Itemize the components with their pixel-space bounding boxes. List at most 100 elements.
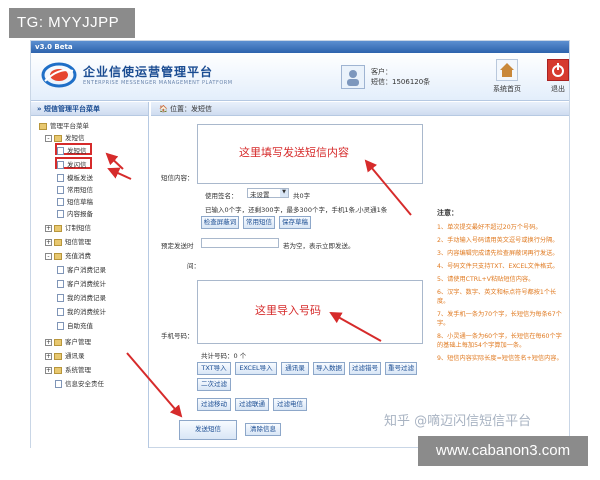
tree-root[interactable]: 管理平台菜单 — [39, 120, 89, 132]
page-icon — [57, 174, 64, 182]
notes-title: 注意： — [437, 209, 458, 217]
sidebar-item-template[interactable]: 模板发送 — [57, 172, 93, 184]
plus-icon: + — [45, 338, 52, 346]
import-data-button[interactable]: 导入数据 — [313, 362, 345, 375]
tree-group-customers[interactable]: + 客户管理 — [45, 336, 91, 348]
tree-group-contacts[interactable]: + 通讯录 — [45, 350, 85, 362]
sidebar-item-customer-stats[interactable]: 客户消费统计 — [57, 278, 106, 290]
page-icon — [57, 280, 64, 288]
filter-unicom-button[interactable]: 过滤联通 — [235, 398, 269, 411]
app-window: v3.0 Beta 企业信使运营管理平台 ENTERPRISE MESSENGE… — [30, 40, 570, 448]
main-panel: 🏠 位置：发短信 短信内容： 这里填写发送短信内容 使用签名： 未设置 ▼ 共0… — [151, 102, 569, 448]
tree-group-recharge[interactable]: - 充值消费 — [45, 250, 91, 262]
filter-mobile-button[interactable]: 过滤移动 — [197, 398, 231, 411]
common-sms-button[interactable]: 常用短信 — [243, 216, 275, 229]
phone-label: 手机号码： — [161, 332, 194, 340]
schedule-label: 预定发送时 — [161, 242, 194, 250]
page-icon — [57, 186, 64, 194]
sms-balance: 短信：1506120条 — [371, 78, 431, 86]
tree-group-manage[interactable]: + 短信管理 — [45, 236, 91, 248]
note-item: 8、小灵通一条为60个字，长短信在每60个字的基础上每加54个字算加一条。 — [437, 333, 562, 349]
folder-icon — [54, 238, 62, 246]
brand-subtitle: ENTERPRISE MESSENGER MANAGEMENT PLATFORM — [83, 80, 233, 86]
sidebar-item-send-sms[interactable]: 发短信 — [55, 143, 92, 155]
user-avatar-icon — [341, 65, 365, 89]
note-item: 9、短信内容实际长度=短信签名+短信内容。 — [437, 355, 563, 362]
dedupe-button[interactable]: 重号过滤 — [385, 362, 417, 375]
total-count: 共计号码：0 个 — [201, 352, 247, 360]
schedule-hint: 若为空，表示立即发送。 — [283, 242, 355, 250]
save-draft-button[interactable]: 保存草稿 — [279, 216, 311, 229]
sidebar-item-my-stats[interactable]: 我的消费统计 — [57, 306, 106, 318]
txt-import-button[interactable]: TXT导入 — [197, 362, 231, 375]
page-icon — [57, 198, 64, 206]
sidebar-item-security[interactable]: 信息安全责任 — [55, 378, 104, 390]
minus-icon: - — [45, 134, 52, 142]
sidebar-item-my-records[interactable]: 我的消费记录 — [57, 292, 106, 304]
brand-title: 企业信使运营管理平台 — [83, 65, 214, 79]
char-count: 共0字 — [293, 192, 311, 200]
plus-icon: + — [45, 238, 52, 246]
sign-select[interactable]: 未设置 ▼ — [247, 188, 289, 199]
tg-watermark: TG: MYYJJPP — [9, 8, 135, 38]
plus-icon: + — [45, 352, 52, 360]
home-icon — [496, 59, 518, 81]
schedule-input[interactable] — [201, 238, 279, 248]
folder-icon — [54, 366, 62, 374]
folder-icon — [54, 252, 62, 260]
note-item: 2、手动输入号码请用英文逗号或换行分隔。 — [437, 237, 559, 244]
sidebar-item-draft[interactable]: 短信草稿 — [57, 196, 93, 208]
sidebar-title: » 短信管理平台菜单 — [31, 102, 148, 116]
contacts-button[interactable]: 通讯录 — [281, 362, 309, 375]
page-icon — [57, 322, 64, 330]
page-icon — [57, 308, 64, 316]
filter-telecom-button[interactable]: 过滤电信 — [273, 398, 307, 411]
page-icon — [55, 380, 62, 388]
power-icon — [547, 59, 569, 81]
send-sms-button[interactable]: 发送短信 — [179, 420, 237, 440]
zhihu-watermark: 知乎 @嘀迈闪信短信平台 — [384, 414, 532, 429]
minus-icon: - — [45, 252, 52, 260]
folder-icon — [54, 352, 62, 360]
tree-group-custom[interactable]: + 订制短信 — [45, 222, 91, 234]
note-item: 1、单次提交最好不超过20万个号码。 — [437, 224, 542, 231]
tree-group-system[interactable]: + 系统管理 — [45, 364, 91, 376]
folder-icon — [54, 224, 62, 232]
folder-icon — [54, 338, 62, 346]
header: 企业信使运营管理平台 ENTERPRISE MESSENGER MANAGEME… — [31, 53, 569, 101]
filter-error-button[interactable]: 过滤错号 — [349, 362, 381, 375]
page-icon — [57, 266, 64, 274]
plus-icon: + — [45, 366, 52, 374]
exit-button[interactable]: 退出 — [547, 59, 569, 94]
clear-button[interactable]: 清除信息 — [245, 423, 281, 436]
chevron-down-icon: ▼ — [280, 189, 288, 197]
sign-label: 使用签名： — [205, 192, 238, 200]
sidebar-item-self-recharge[interactable]: 自助充值 — [57, 320, 93, 332]
page-icon — [57, 147, 64, 155]
note-item: 4、号码文件只支持TXT、EXCEL文件格式。 — [437, 263, 559, 270]
sidebar-item-report[interactable]: 内容报备 — [57, 208, 93, 220]
second-filter-button[interactable]: 二次过滤 — [197, 378, 231, 391]
check-words-button[interactable]: 检查屏蔽词 — [201, 216, 239, 229]
sidebar-item-common[interactable]: 常用短信 — [57, 184, 93, 196]
content-label: 短信内容： — [161, 174, 194, 182]
notes-panel: 注意： 1、单次提交最好不超过20万个号码。 2、手动输入号码请用英文逗号或换行… — [437, 208, 567, 367]
home-label: 系统首页 — [493, 85, 521, 93]
sidebar-item-flash-sms[interactable]: 发闪信 — [55, 157, 92, 169]
logo-icon — [41, 62, 77, 88]
site-watermark: www.cabanon3.com — [418, 436, 588, 466]
page-icon — [57, 161, 64, 169]
content-hint: 这里填写发送短信内容 — [239, 146, 349, 159]
customer-label: 客户： — [371, 68, 392, 76]
home-button[interactable]: 系统首页 — [493, 59, 521, 94]
phone-hint: 这里导入号码 — [255, 304, 321, 317]
home-small-icon: 🏠 — [159, 105, 170, 113]
sidebar-item-customer-records[interactable]: 客户消费记录 — [57, 264, 106, 276]
breadcrumb: 🏠 位置：发短信 — [151, 102, 569, 116]
sidebar: » 短信管理平台菜单 管理平台菜单 - 发短信 发短信 发闪信 模板发送 常用短信… — [31, 102, 149, 448]
plus-icon: + — [45, 224, 52, 232]
folder-icon — [54, 134, 62, 142]
page-icon — [57, 210, 64, 218]
excel-import-button[interactable]: EXCEL导入 — [235, 362, 277, 375]
note-item: 7、发手机一条为70个字，长短信为每条67个字。 — [437, 311, 562, 327]
